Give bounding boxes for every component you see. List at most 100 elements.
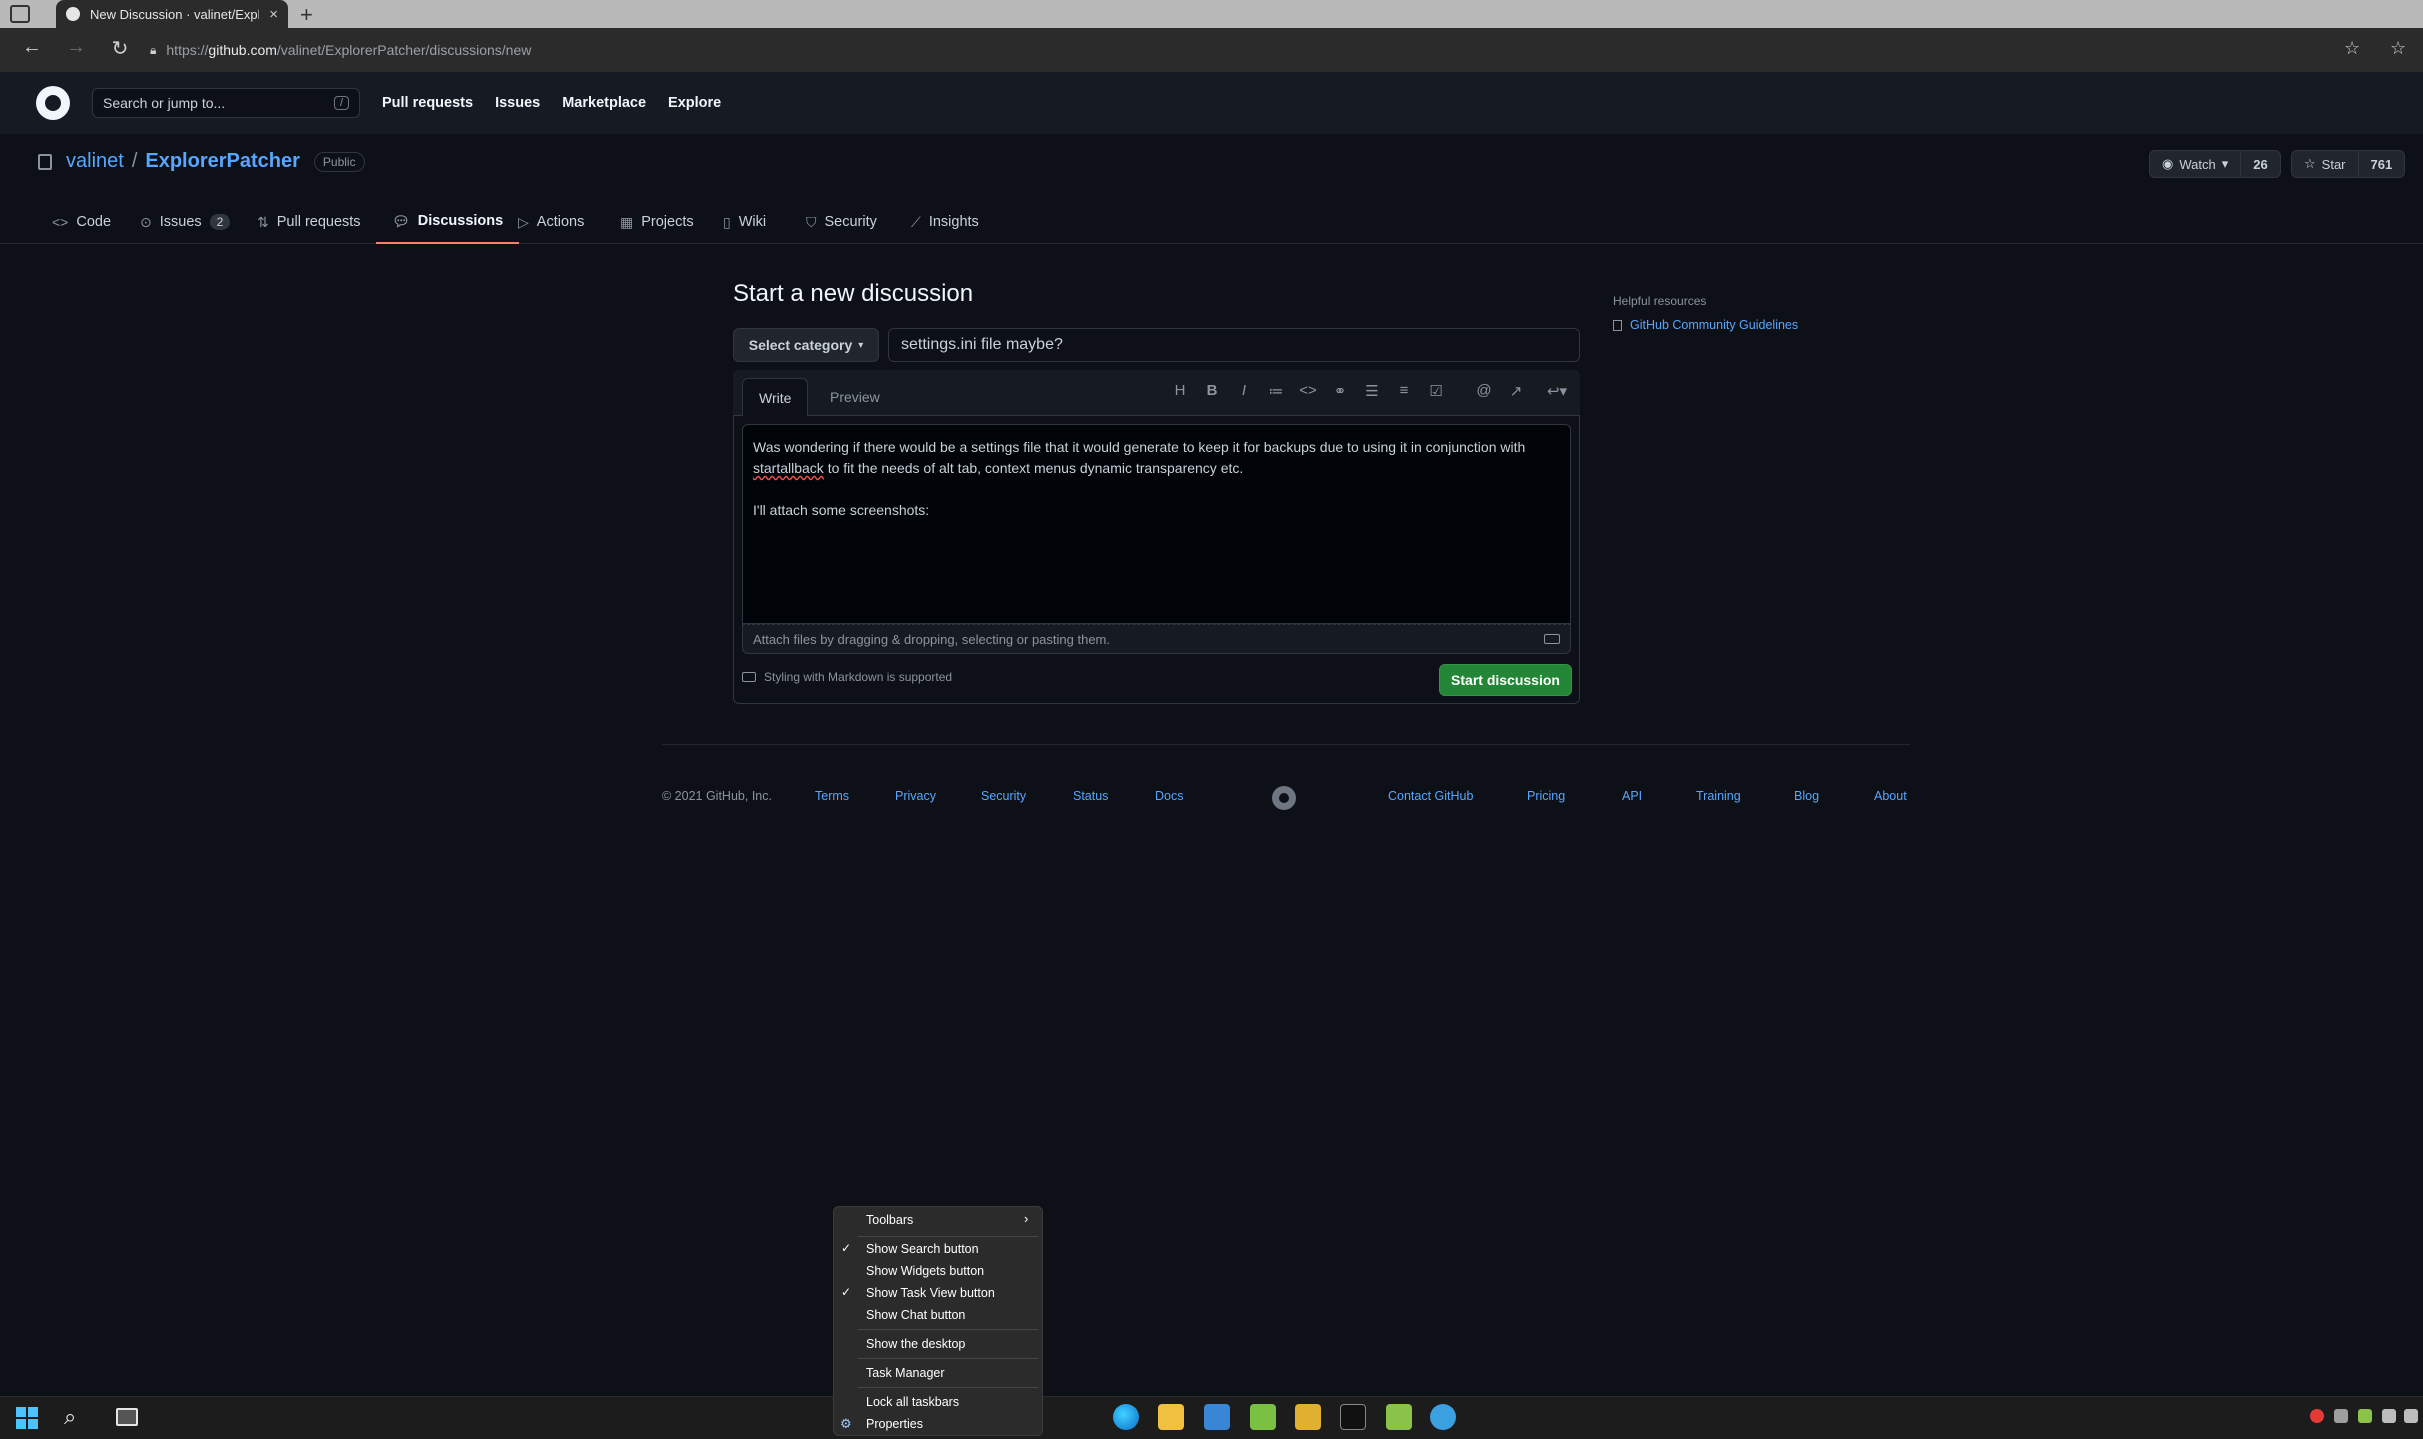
tab-actions[interactable]: ▷ Actions (518, 200, 584, 244)
menu-separator (858, 1387, 1038, 1388)
footer-link-training[interactable]: Training (1696, 789, 1741, 803)
star-button[interactable]: ☆ Star 761 (2291, 150, 2406, 178)
bold-icon[interactable]: B (1200, 382, 1224, 399)
select-category-button[interactable]: Select category ▾ (733, 328, 879, 362)
watch-label: Watch (2179, 156, 2216, 172)
community-guidelines-link[interactable]: GitHub Community Guidelines (1613, 318, 1798, 332)
markdown-note[interactable]: Styling with Markdown is supported (742, 670, 952, 684)
footer-link-docs[interactable]: Docs (1155, 789, 1183, 803)
search-input[interactable]: Search or jump to... / (92, 88, 360, 118)
heading-icon[interactable]: H (1168, 382, 1192, 399)
chevron-right-icon: › (1024, 1211, 1029, 1226)
terminal-icon[interactable] (1340, 1404, 1366, 1430)
graph-icon: ⟋ (911, 213, 921, 230)
saved-replies-icon[interactable]: ↩▾ (1540, 382, 1574, 400)
back-arrow-icon[interactable]: ← (18, 36, 46, 59)
menu-item-properties[interactable]: Properties (866, 1417, 923, 1431)
star-count[interactable]: 761 (2357, 151, 2405, 177)
footer-link-blog[interactable]: Blog (1794, 789, 1819, 803)
menu-item-show-chat[interactable]: Show Chat button (866, 1308, 965, 1322)
quote-icon[interactable]: ≔ (1264, 382, 1288, 400)
repo-owner-link[interactable]: valinet (66, 150, 124, 173)
discussion-body-textarea[interactable]: Was wondering if there would be a settin… (742, 424, 1571, 624)
url-field[interactable]: 🔒︎ https://github.com/valinet/ExplorerPa… (150, 35, 2330, 65)
bulleted-list-icon[interactable]: ☰ (1360, 382, 1384, 400)
repo-name-link[interactable]: ExplorerPatcher (145, 150, 300, 173)
github-favicon-icon (66, 7, 80, 21)
globe-app-icon[interactable] (1430, 1404, 1456, 1430)
tab-actions-icon[interactable] (10, 5, 30, 23)
add-favorite-icon[interactable]: ☆ (2344, 38, 2360, 59)
footer-link-contact[interactable]: Contact GitHub (1388, 789, 1473, 803)
footer-link-security[interactable]: Security (981, 789, 1026, 803)
tab-insights[interactable]: ⟋ Insights (911, 200, 979, 244)
watch-button[interactable]: ◉ Watch ▾ 26 (2149, 150, 2281, 178)
browser-tab[interactable]: New Discussion · valinet/Explore × (56, 0, 288, 28)
italic-icon[interactable]: I (1232, 382, 1256, 399)
footer-link-about[interactable]: About (1874, 789, 1907, 803)
markdown-icon (742, 672, 756, 682)
numbered-list-icon[interactable]: ≡ (1392, 382, 1416, 399)
app-icon[interactable] (1204, 1404, 1230, 1430)
notepad-icon[interactable] (1250, 1404, 1276, 1430)
nav-explore[interactable]: Explore (668, 95, 721, 111)
menu-item-show-desktop[interactable]: Show the desktop (866, 1337, 965, 1351)
footer-link-api[interactable]: API (1622, 789, 1642, 803)
tab-discussions[interactable]: 💬︎ Discussions (376, 200, 520, 244)
tab-wiki[interactable]: ▯ Wiki (723, 200, 766, 244)
folder-icon[interactable] (1295, 1404, 1321, 1430)
tab-preview[interactable]: Preview (814, 378, 896, 416)
footer-link-privacy[interactable]: Privacy (895, 789, 936, 803)
footer-link-status[interactable]: Status (1073, 789, 1108, 803)
start-discussion-button[interactable]: Start discussion (1439, 664, 1572, 696)
tab-code[interactable]: <> Code (52, 200, 111, 244)
menu-item-show-search[interactable]: Show Search button (866, 1242, 979, 1256)
menu-item-toolbars[interactable]: Toolbars (866, 1213, 913, 1227)
new-tab-button[interactable]: + (300, 2, 313, 28)
tray-network-icon[interactable] (2404, 1409, 2418, 1423)
tray-app-icon[interactable] (2310, 1409, 2324, 1423)
menu-item-show-widgets[interactable]: Show Widgets button (866, 1264, 984, 1278)
cross-reference-icon[interactable]: ↗ (1504, 382, 1528, 400)
menu-item-task-manager[interactable]: Task Manager (866, 1366, 945, 1380)
link-icon[interactable]: ⚭ (1328, 382, 1352, 400)
nav-pull-requests[interactable]: Pull requests (382, 95, 473, 111)
tray-play-icon[interactable] (2358, 1409, 2372, 1423)
mention-icon[interactable]: @ (1472, 382, 1496, 399)
tab-title: New Discussion · valinet/Explore (90, 6, 259, 22)
nav-issues[interactable]: Issues (495, 95, 540, 111)
task-view-icon[interactable] (116, 1408, 138, 1426)
tab-issues[interactable]: ⊙ Issues 2 (140, 200, 231, 244)
repo-breadcrumb: valinet / ExplorerPatcher Public (38, 150, 365, 173)
helpful-resources-title: Helpful resources (1613, 294, 1707, 308)
forward-arrow-icon[interactable]: → (62, 36, 90, 59)
discussion-title-input[interactable]: settings.ini file maybe? (888, 328, 1580, 362)
watch-count[interactable]: 26 (2240, 151, 2279, 177)
attach-files-area[interactable]: Attach files by dragging & dropping, sel… (742, 624, 1571, 654)
tab-projects[interactable]: ▦ Projects (620, 200, 694, 244)
file-explorer-icon[interactable] (1158, 1404, 1184, 1430)
star-icon: ☆ (2304, 156, 2316, 171)
edge-browser-icon[interactable] (1113, 1404, 1139, 1430)
menu-item-show-task-view[interactable]: Show Task View button (866, 1286, 995, 1300)
tab-close-icon[interactable]: × (269, 6, 278, 23)
favorites-icon[interactable]: ☆ (2390, 38, 2406, 59)
tray-lock-icon[interactable] (2334, 1409, 2348, 1423)
github-logo-icon[interactable] (36, 86, 70, 120)
menu-item-lock-taskbars[interactable]: Lock all taskbars (866, 1395, 959, 1409)
task-list-icon[interactable]: ☑ (1424, 382, 1448, 400)
tab-security[interactable]: ⛉ Security (806, 200, 877, 244)
start-icon[interactable] (16, 1407, 38, 1429)
tray-power-icon[interactable] (2382, 1409, 2396, 1423)
tab-pull-requests[interactable]: ⇅ Pull requests (257, 200, 361, 244)
code-icon[interactable]: <> (1296, 382, 1320, 399)
refresh-icon[interactable]: ↻ (106, 36, 134, 61)
footer-link-pricing[interactable]: Pricing (1527, 789, 1565, 803)
layers-app-icon[interactable] (1386, 1404, 1412, 1430)
github-footer-logo-icon[interactable] (1272, 786, 1296, 810)
nav-marketplace[interactable]: Marketplace (562, 95, 646, 111)
project-icon: ▦ (620, 213, 634, 230)
search-icon[interactable]: ⌕ (64, 1404, 76, 1430)
tab-write[interactable]: Write (742, 378, 809, 416)
footer-link-terms[interactable]: Terms (815, 789, 849, 803)
